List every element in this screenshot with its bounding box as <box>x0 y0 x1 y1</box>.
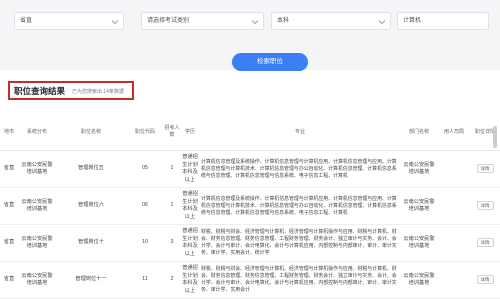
results-table: 地市 系统分布 职位名称 职位代码 招考人数 学历 专业 部门名称 用人司局 职… <box>0 114 500 299</box>
cell-name: 管理岗位五 <box>56 150 126 188</box>
cell-unit: 云南公安民警培训基地 <box>18 150 56 188</box>
cell-unit: 云南公安民警培训基地 <box>18 224 56 262</box>
cell-major: 财税、财税与财会、经济管理与计算机、经济管理与计算机操作与应用、财税与计算机、财… <box>200 224 400 262</box>
cell-bureau <box>438 261 470 299</box>
cell-name: 管理岗位六 <box>56 187 126 225</box>
cell-name: 管理岗位十 <box>56 224 126 262</box>
table-row: 省直 云南公安民警培训基地 管理岗位十一 11 2 普通招生计划本科及以上 财税… <box>0 261 500 299</box>
cell-major: 计算机信息管理及系统操作、计算机信息管理与计算机应用、计算机信息管理与应用、计算… <box>200 150 400 188</box>
cell-city: 省直 <box>0 187 18 225</box>
cell-bureau <box>438 187 470 225</box>
cell-education: 普通招生计划本科及以上 <box>180 187 200 225</box>
cell-count: 3 <box>164 224 180 262</box>
table-row: 省直 云南公安民警培训基地 管理岗位五 05 1 普通招生计划本科及以上 计算机… <box>0 150 500 188</box>
cell-count: 1 <box>164 187 180 225</box>
city-select-value: 省直 <box>20 18 33 24</box>
chevron-down-icon <box>378 18 386 26</box>
cell-education: 普通招生计划本科及以上 <box>180 261 200 299</box>
cell-unit: 云南公安民警培训基地 <box>18 187 56 225</box>
table-row: 省直 云南公安民警培训基地 管理岗位十 10 3 普通招生计划本科及以上 财税、… <box>0 224 500 262</box>
cell-department: 云南公安民警培训基地 <box>400 150 438 188</box>
cell-unit: 云南公安民警培训基地 <box>18 261 56 299</box>
education-select-value: 本科 <box>277 18 290 24</box>
detail-button[interactable]: 详情 <box>476 201 494 211</box>
search-button[interactable]: 检索职位 <box>232 53 308 71</box>
cell-detail: 详情 <box>470 187 500 225</box>
cell-code: 11 <box>126 261 164 299</box>
cell-department: 云南公安民警培训基地 <box>400 187 438 225</box>
exam-type-select[interactable]: 请选择考试类别 <box>141 12 264 30</box>
detail-button[interactable]: 详情 <box>476 275 494 285</box>
cell-city: 省直 <box>0 150 18 188</box>
cell-detail: 详情 <box>470 224 500 262</box>
col-header-code: 职位代码 <box>126 114 164 151</box>
results-count: 已为您搜索出 14条数据 <box>72 89 124 95</box>
cell-city: 省直 <box>0 224 18 262</box>
cell-count: 2 <box>164 261 180 299</box>
col-header-education: 学历 <box>180 114 200 151</box>
city-select[interactable]: 省直 <box>14 12 124 30</box>
chevron-down-icon <box>251 18 259 26</box>
scrollbar-thumb[interactable] <box>493 126 497 148</box>
cell-code: 05 <box>126 150 164 188</box>
cell-city: 省直 <box>0 261 18 299</box>
exam-type-select-value: 请选择考试类别 <box>147 18 190 24</box>
table-row: 省直 云南公安民警培训基地 管理岗位六 06 1 普通招生计划本科及以上 计算机… <box>0 187 500 225</box>
results-header: 职位查询结果 已为您搜索出 14条数据 <box>8 81 134 100</box>
education-select[interactable]: 本科 <box>271 12 391 30</box>
detail-button[interactable]: 详情 <box>476 238 494 248</box>
cell-bureau <box>438 224 470 262</box>
col-header-unit: 系统分布 <box>18 114 56 151</box>
cell-name: 管理岗位十一 <box>56 261 126 299</box>
col-header-name: 职位名称 <box>56 114 126 151</box>
detail-button[interactable]: 详情 <box>476 164 494 174</box>
cell-education: 普通招生计划本科及以上 <box>180 224 200 262</box>
cell-major: 计算机信息管理及系统操作、计算机信息管理与计算机应用、计算机信息管理与应用、计算… <box>200 187 400 225</box>
cell-department: 云南公安民警培训基地 <box>400 224 438 262</box>
cell-bureau <box>438 150 470 188</box>
cell-count: 1 <box>164 150 180 188</box>
cell-department: 云南公安民警培训基地 <box>400 261 438 299</box>
col-header-count: 招考人数 <box>164 114 180 151</box>
chevron-down-icon <box>111 18 119 26</box>
cell-detail: 详情 <box>470 261 500 299</box>
table-header-row: 地市 系统分布 职位名称 职位代码 招考人数 学历 专业 部门名称 用人司局 职… <box>0 114 500 151</box>
col-header-bureau: 用人司局 <box>438 114 470 151</box>
col-header-department: 部门名称 <box>400 114 438 151</box>
cell-education: 普通招生计划本科及以上 <box>180 150 200 188</box>
cell-detail: 详情 <box>470 150 500 188</box>
results-title: 职位查询结果 <box>14 86 66 96</box>
cell-major: 财税、财税与财会、经济管理与计算机、经济管理与计算机操作与应用、财税与计算机、财… <box>200 261 400 299</box>
cell-code: 06 <box>126 187 164 225</box>
col-header-city: 地市 <box>0 114 18 151</box>
cell-code: 10 <box>126 224 164 262</box>
major-input-value: 计算机 <box>403 18 422 24</box>
major-input[interactable]: 计算机 <box>397 12 489 30</box>
col-header-major: 专业 <box>200 114 400 151</box>
